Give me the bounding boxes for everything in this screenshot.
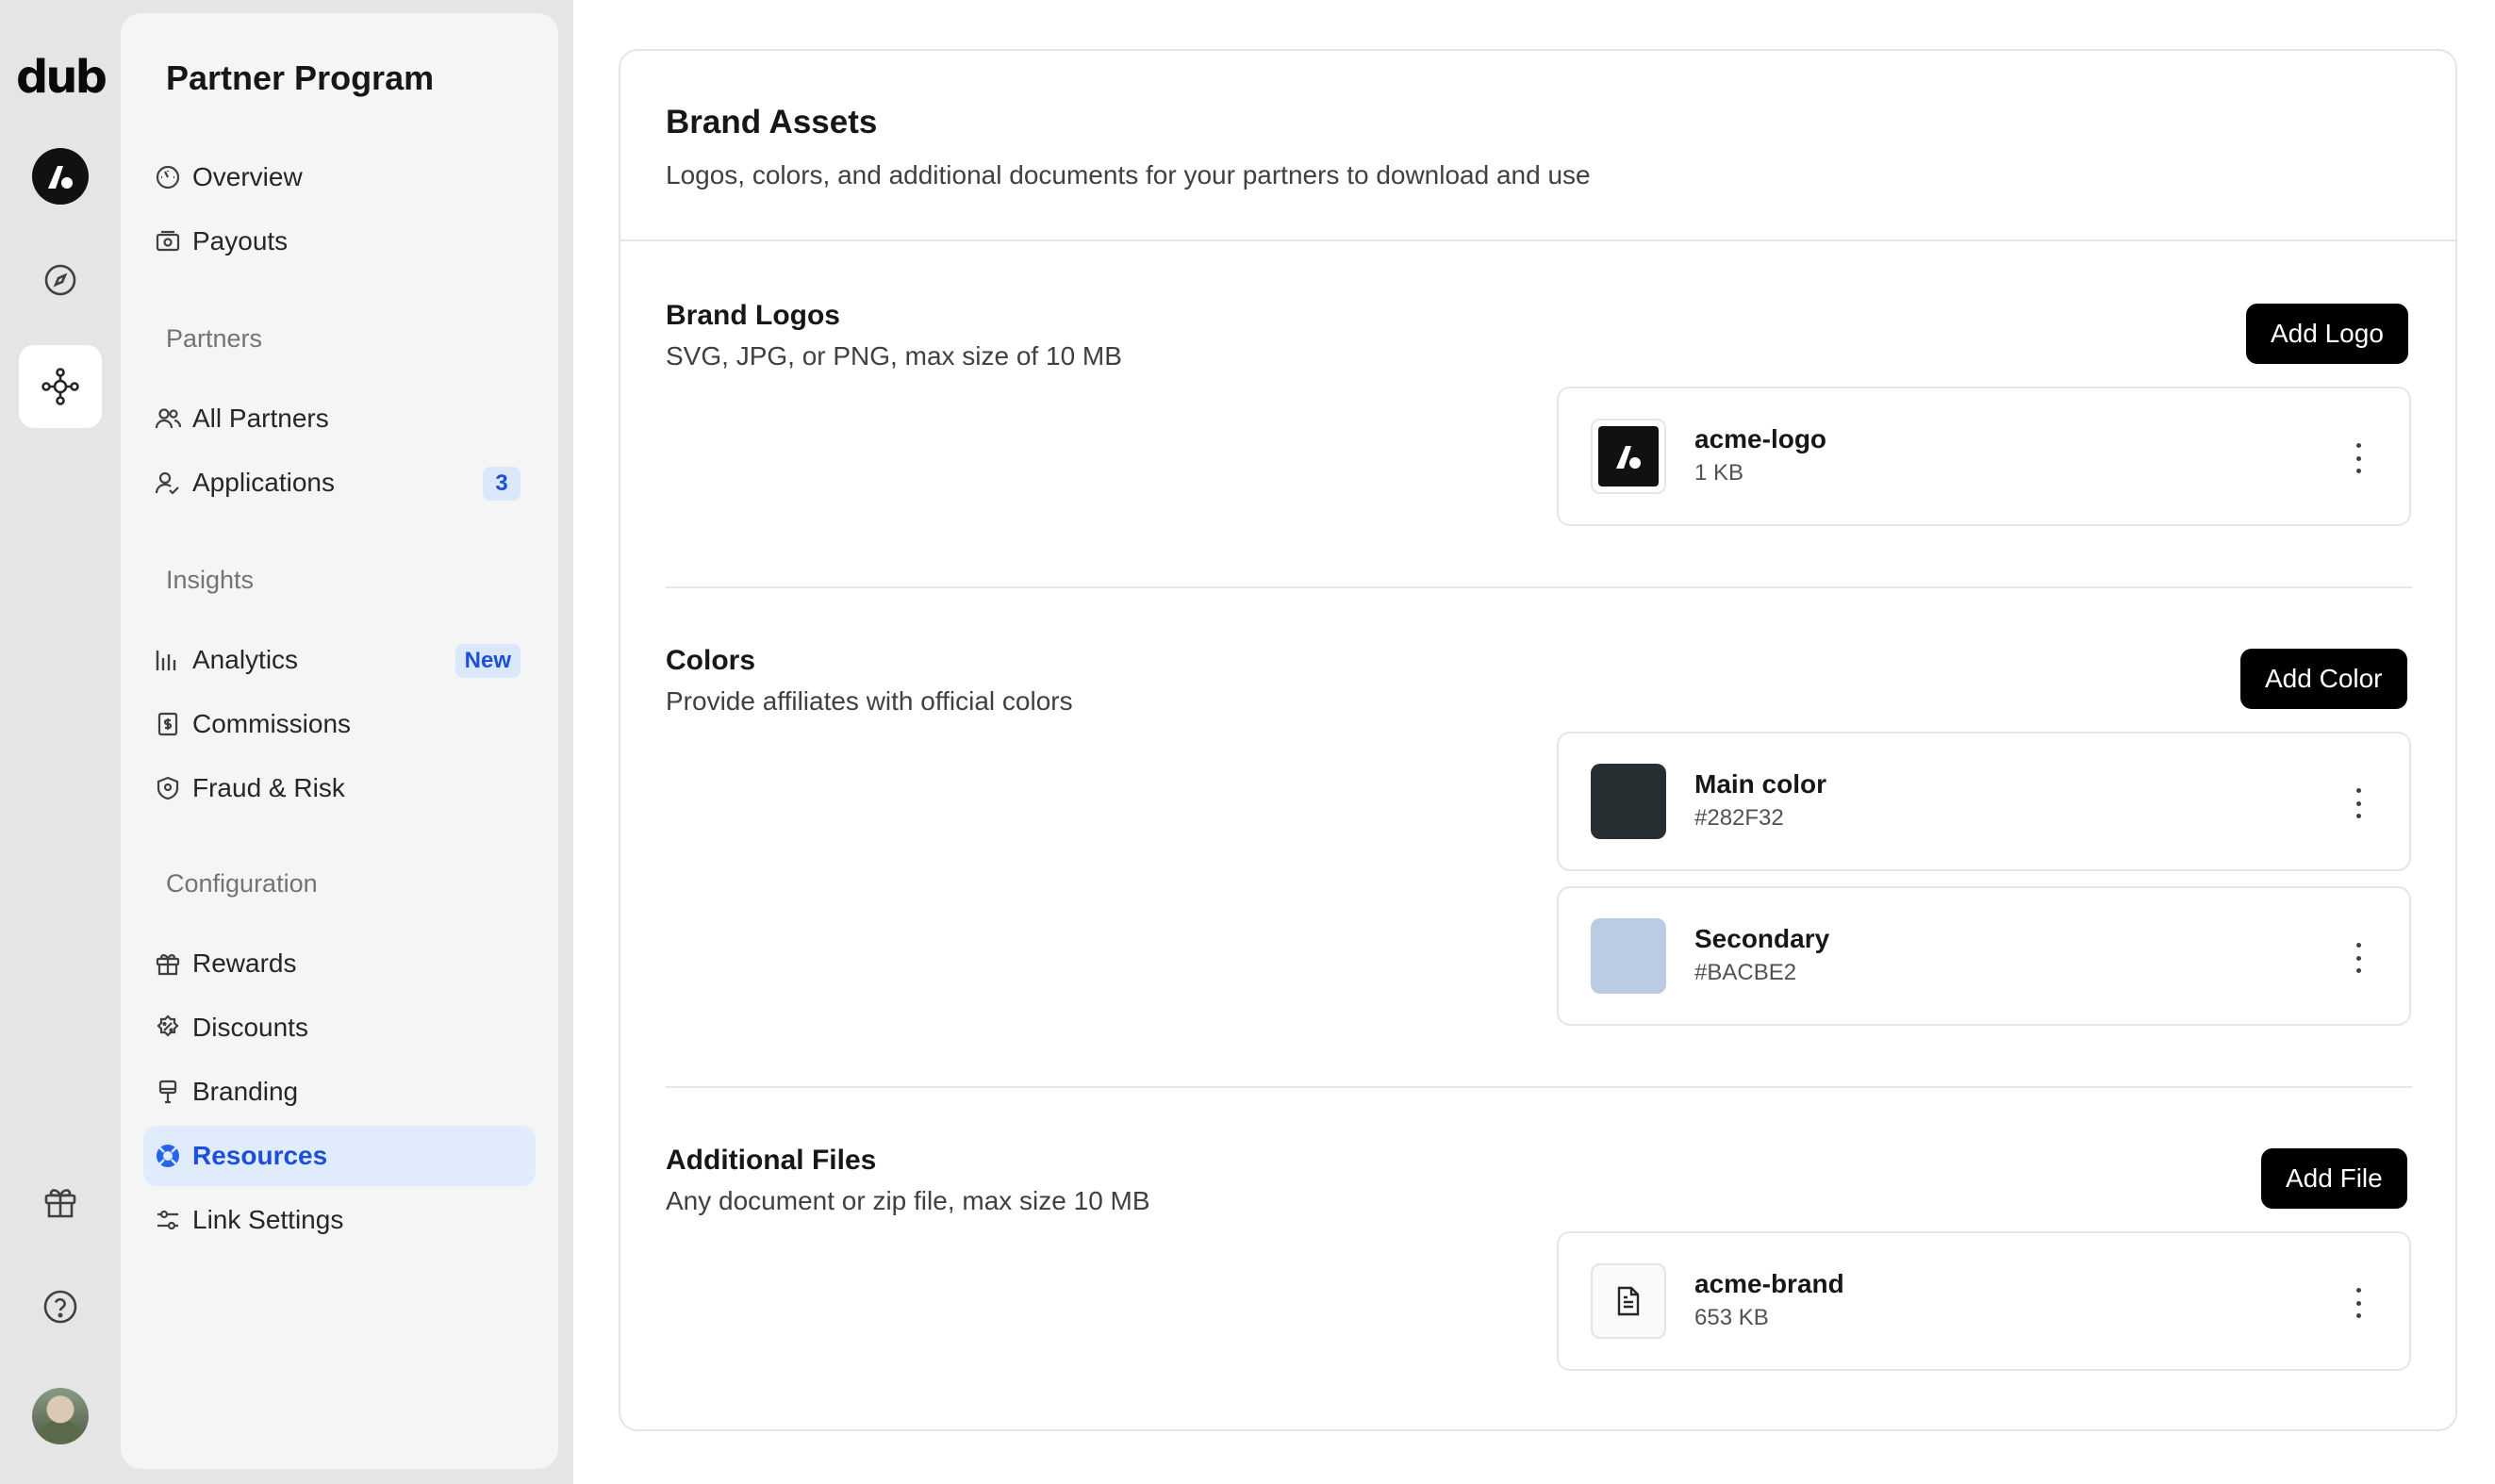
sidebar-item-label: Analytics [192, 645, 299, 674]
logo-asset-card[interactable]: acme-logo 1 KB [1557, 387, 2411, 526]
color-asset-card[interactable]: Secondary #BACBE2 [1557, 886, 2411, 1026]
brand-assets-card: Brand Assets Logos, colors, and addition… [619, 49, 2457, 1431]
receipt-icon [157, 712, 178, 736]
section-configuration: Configuration [166, 869, 318, 898]
sliders-icon [157, 1210, 178, 1230]
users-icon [155, 408, 181, 429]
compass-icon[interactable] [32, 252, 89, 308]
divider [666, 586, 2412, 588]
sidebar-item-overview[interactable]: Overview [143, 147, 536, 207]
sidebar-item-label: Link Settings [192, 1205, 344, 1234]
asset-size: 653 KB [1694, 1305, 1769, 1330]
lifebuoy-icon [157, 1145, 179, 1167]
additional-files-title: Additional Files [666, 1145, 877, 1176]
asset-name: acme-brand [1694, 1269, 1844, 1298]
add-file-button[interactable]: Add File [2261, 1148, 2407, 1209]
asset-name: Main color [1694, 769, 1827, 799]
section-partners: Partners [166, 324, 263, 353]
more-options-icon[interactable] [2349, 937, 2368, 979]
new-badge: New [454, 644, 520, 678]
sidebar-item-label: Rewards [192, 948, 297, 978]
file-icon [1591, 1263, 1666, 1339]
colors-subtitle: Provide affiliates with official colors [666, 686, 1073, 716]
color-swatch [1591, 764, 1666, 839]
shield-icon [157, 776, 179, 800]
sidebar-title: Partner Program [166, 58, 435, 97]
asset-size: 1 KB [1694, 460, 1744, 486]
sidebar-item-label: Applications [192, 468, 335, 497]
partner-program-icon[interactable] [19, 345, 102, 428]
card-header: Brand Assets Logos, colors, and addition… [620, 51, 2455, 241]
sidebar-item-analytics[interactable]: Analytics New [143, 630, 536, 690]
sidebar-item-label: Fraud & Risk [192, 773, 345, 802]
dub-logo[interactable]: dub [13, 47, 107, 107]
applications-count-badge: 3 [483, 467, 520, 501]
workspace-avatar-icon[interactable] [32, 148, 89, 205]
user-check-icon [155, 471, 179, 495]
gauge-icon [156, 165, 180, 190]
sidebar-item-label: Overview [192, 162, 303, 191]
sidebar-item-label: Discounts [192, 1013, 308, 1042]
discount-icon [157, 1014, 179, 1037]
money-icon [156, 230, 180, 252]
asset-name: Secondary [1694, 924, 1830, 953]
sidebar-item-branding[interactable]: Branding [143, 1062, 536, 1122]
add-logo-button[interactable]: Add Logo [2246, 304, 2408, 364]
sidebar-item-label: Resources [192, 1141, 328, 1170]
divider [666, 1086, 2412, 1088]
paintbrush-icon [158, 1080, 177, 1104]
brand-logos-title: Brand Logos [666, 300, 840, 331]
sidebar-item-link-settings[interactable]: Link Settings [143, 1190, 536, 1250]
additional-files-subtitle: Any document or zip file, max size 10 MB [666, 1186, 1150, 1215]
help-icon[interactable] [32, 1278, 89, 1335]
more-options-icon[interactable] [2349, 437, 2368, 479]
page-title: Brand Assets [666, 104, 878, 140]
sidebar-item-label: Payouts [192, 226, 289, 256]
user-avatar[interactable] [32, 1388, 89, 1444]
more-options-icon[interactable] [2349, 783, 2368, 824]
sidebar-item-rewards[interactable]: Rewards [143, 933, 536, 994]
acme-logo-thumbnail [1591, 419, 1666, 494]
brand-logos-subtitle: SVG, JPG, or PNG, max size of 10 MB [666, 341, 1122, 371]
asset-name: acme-logo [1694, 424, 1827, 453]
color-hex: #BACBE2 [1694, 960, 1797, 985]
sidebar-item-label: Commissions [192, 709, 352, 738]
sidebar-item-applications[interactable]: Applications 3 [143, 453, 536, 513]
sidebar-item-all-partners[interactable]: All Partners [143, 388, 536, 449]
file-asset-card[interactable]: acme-brand 653 KB [1557, 1231, 2411, 1371]
color-hex: #282F32 [1694, 805, 1784, 831]
color-asset-card[interactable]: Main color #282F32 [1557, 732, 2411, 871]
gift-icon [156, 954, 180, 976]
more-options-icon[interactable] [2349, 1282, 2368, 1324]
colors-title: Colors [666, 645, 756, 676]
sidebar-item-discounts[interactable]: Discounts [143, 998, 536, 1058]
color-swatch [1591, 918, 1666, 994]
main-content: Brand Assets Logos, colors, and addition… [573, 0, 2495, 1484]
sidebar: Partner Program Overview Payouts Partner… [121, 13, 558, 1469]
icon-rail: dub [0, 0, 121, 1484]
chart-icon [156, 651, 176, 670]
gift-icon[interactable] [32, 1174, 89, 1230]
sidebar-item-fraud-risk[interactable]: Fraud & Risk [143, 758, 536, 818]
page-subtitle: Logos, colors, and additional documents … [666, 160, 1591, 190]
section-insights: Insights [166, 566, 255, 594]
sidebar-item-payouts[interactable]: Payouts [143, 211, 536, 272]
sidebar-item-label: All Partners [192, 404, 329, 433]
sidebar-item-resources[interactable]: Resources [143, 1126, 536, 1186]
sidebar-item-commissions[interactable]: Commissions [143, 694, 536, 754]
sidebar-item-label: Branding [192, 1077, 299, 1106]
add-color-button[interactable]: Add Color [2240, 649, 2407, 709]
